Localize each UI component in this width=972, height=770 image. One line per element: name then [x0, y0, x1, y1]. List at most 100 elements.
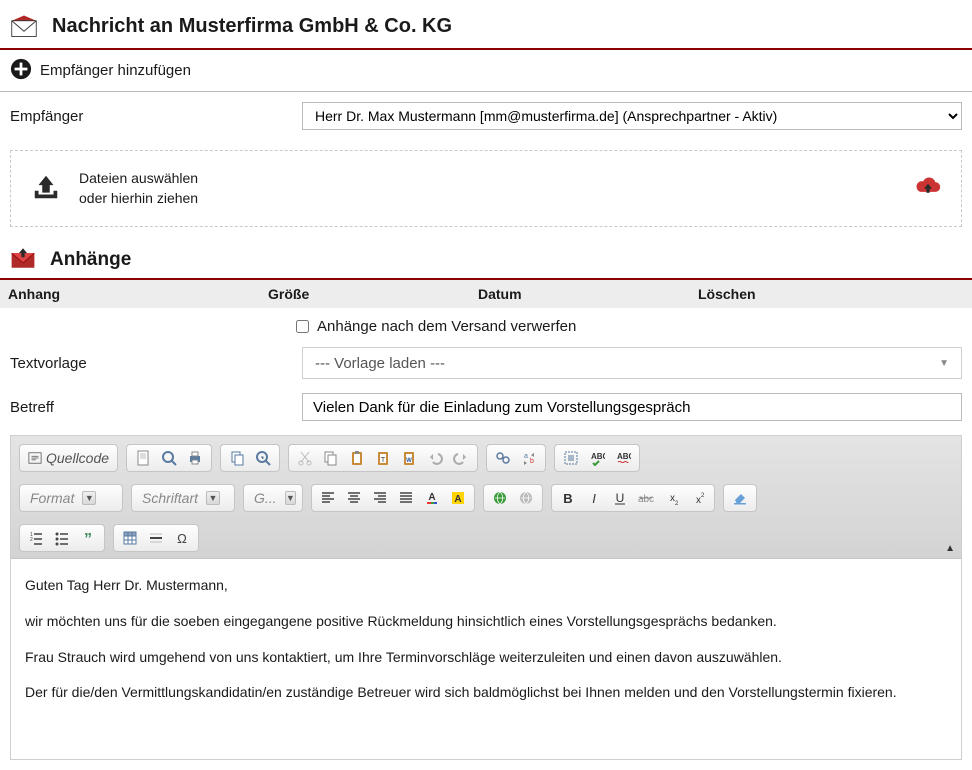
plus-circle-icon — [10, 58, 32, 83]
blockquote-icon[interactable]: ” — [76, 527, 100, 549]
underline-icon[interactable]: U — [608, 487, 632, 509]
paste-icon[interactable] — [251, 447, 275, 469]
undo-icon[interactable] — [423, 447, 447, 469]
source-button[interactable]: Quellcode — [19, 444, 118, 472]
subject-input[interactable] — [302, 393, 962, 421]
discard-checkbox[interactable] — [296, 320, 309, 333]
col-anhang: Anhang — [8, 286, 268, 302]
strike-icon[interactable]: abc — [634, 487, 658, 509]
superscript-icon[interactable]: x2 — [686, 487, 710, 509]
bg-color-icon[interactable]: A — [446, 487, 470, 509]
svg-text:2: 2 — [675, 501, 679, 506]
editor-toolbar: Quellcode T W ab ABC ABC — [11, 436, 961, 559]
upload-line2: oder hierhin ziehen — [79, 189, 198, 209]
svg-text:T: T — [381, 457, 386, 464]
paste-text-icon[interactable]: T — [371, 447, 395, 469]
rich-text-editor: Quellcode T W ab ABC ABC — [10, 435, 962, 760]
svg-text:A: A — [454, 494, 461, 505]
upload-line1: Dateien auswählen — [79, 169, 198, 189]
svg-text:a: a — [524, 453, 528, 460]
col-loeschen: Löschen — [698, 286, 964, 302]
table-icon[interactable] — [118, 527, 142, 549]
add-recipient-label: Empfänger hinzufügen — [40, 62, 191, 79]
copy2-icon[interactable] — [319, 447, 343, 469]
col-datum: Datum — [478, 286, 698, 302]
unlink-icon[interactable] — [514, 487, 538, 509]
ordered-list-icon[interactable]: 12 — [24, 527, 48, 549]
attachment-envelope-icon — [10, 247, 36, 272]
select-all-icon[interactable] — [559, 447, 583, 469]
svg-text:B: B — [563, 491, 572, 506]
svg-text:W: W — [406, 458, 412, 464]
discard-after-send-row: Anhänge nach dem Versand verwerfen — [0, 308, 972, 341]
template-placeholder: --- Vorlage laden --- — [315, 355, 445, 372]
align-right-icon[interactable] — [368, 487, 392, 509]
cut-icon[interactable] — [293, 447, 317, 469]
subject-row: Betreff — [0, 385, 972, 431]
paste-word-icon[interactable]: W — [397, 447, 421, 469]
body-p4: Der für die/den Vermittlungskandidatin/e… — [25, 682, 947, 704]
svg-text:b: b — [530, 458, 534, 465]
template-label: Textvorlage — [10, 355, 290, 372]
chevron-down-icon: ▼ — [939, 358, 949, 369]
font-combo[interactable]: Schriftart▼ — [131, 484, 235, 512]
unordered-list-icon[interactable] — [50, 527, 74, 549]
svg-text:A: A — [428, 492, 435, 503]
upload-icon — [31, 172, 61, 205]
body-p1: Guten Tag Herr Dr. Mustermann, — [25, 575, 947, 597]
recipient-label: Empfänger — [10, 108, 290, 125]
subscript-icon[interactable]: x2 — [660, 487, 684, 509]
envelope-icon — [10, 14, 38, 38]
svg-text:”: ” — [84, 531, 92, 546]
svg-text:2: 2 — [701, 493, 705, 499]
attachments-table-header: Anhang Größe Datum Löschen — [0, 280, 972, 308]
svg-text:ABC: ABC — [591, 452, 605, 461]
svg-text:ABC: ABC — [617, 452, 631, 461]
template-select[interactable]: --- Vorlage laden --- ▼ — [302, 347, 962, 379]
replace-icon[interactable]: ab — [517, 447, 541, 469]
print-icon[interactable] — [183, 447, 207, 469]
spellcheck-toggle-icon[interactable]: ABC — [611, 447, 635, 469]
paste-clipboard-icon[interactable] — [345, 447, 369, 469]
svg-text:U: U — [616, 491, 625, 505]
attachments-title: Anhänge — [50, 249, 131, 271]
new-page-icon[interactable] — [131, 447, 155, 469]
subject-label: Betreff — [10, 399, 290, 416]
align-justify-icon[interactable] — [394, 487, 418, 509]
preview-icon[interactable] — [157, 447, 181, 469]
redo-icon[interactable] — [449, 447, 473, 469]
spellcheck-icon[interactable]: ABC — [585, 447, 609, 469]
link-icon[interactable] — [488, 487, 512, 509]
italic-icon[interactable]: I — [582, 487, 606, 509]
format-combo[interactable]: Format▼ — [19, 484, 123, 512]
add-recipient-row[interactable]: Empfänger hinzufügen — [0, 50, 972, 92]
text-color-icon[interactable]: A — [420, 487, 444, 509]
upload-dropzone[interactable]: Dateien auswählen oder hierhin ziehen — [10, 150, 962, 227]
editor-content[interactable]: Guten Tag Herr Dr. Mustermann, wir möcht… — [11, 559, 961, 759]
align-center-icon[interactable] — [342, 487, 366, 509]
toolbar-collapse-icon[interactable]: ▲ — [945, 543, 955, 554]
find-icon[interactable] — [491, 447, 515, 469]
attachments-header: Anhänge — [0, 237, 972, 280]
body-p3: Frau Strauch wird umgehend von uns konta… — [25, 647, 947, 669]
discard-label: Anhänge nach dem Versand verwerfen — [317, 318, 576, 335]
body-p2: wir möchten uns für die soeben eingegang… — [25, 611, 947, 633]
page-header: Nachricht an Musterfirma GmbH & Co. KG — [0, 0, 972, 50]
template-row: Textvorlage --- Vorlage laden --- ▼ — [0, 341, 972, 385]
recipient-row: Empfänger Herr Dr. Max Mustermann [mm@mu… — [0, 92, 972, 140]
cloud-upload-icon[interactable] — [915, 176, 941, 201]
remove-format-icon[interactable] — [728, 487, 752, 509]
svg-text:I: I — [592, 491, 596, 506]
align-left-icon[interactable] — [316, 487, 340, 509]
page-title: Nachricht an Musterfirma GmbH & Co. KG — [52, 15, 452, 38]
svg-text:Ω: Ω — [177, 531, 187, 546]
special-char-icon[interactable]: Ω — [170, 527, 194, 549]
hr-icon[interactable] — [144, 527, 168, 549]
recipient-select[interactable]: Herr Dr. Max Mustermann [mm@musterfirma.… — [302, 102, 962, 130]
size-combo[interactable]: G...▼ — [243, 484, 303, 512]
svg-text:2: 2 — [30, 537, 33, 543]
col-groesse: Größe — [268, 286, 478, 302]
copy-icon[interactable] — [225, 447, 249, 469]
svg-text:abc: abc — [638, 494, 654, 505]
bold-icon[interactable]: B — [556, 487, 580, 509]
